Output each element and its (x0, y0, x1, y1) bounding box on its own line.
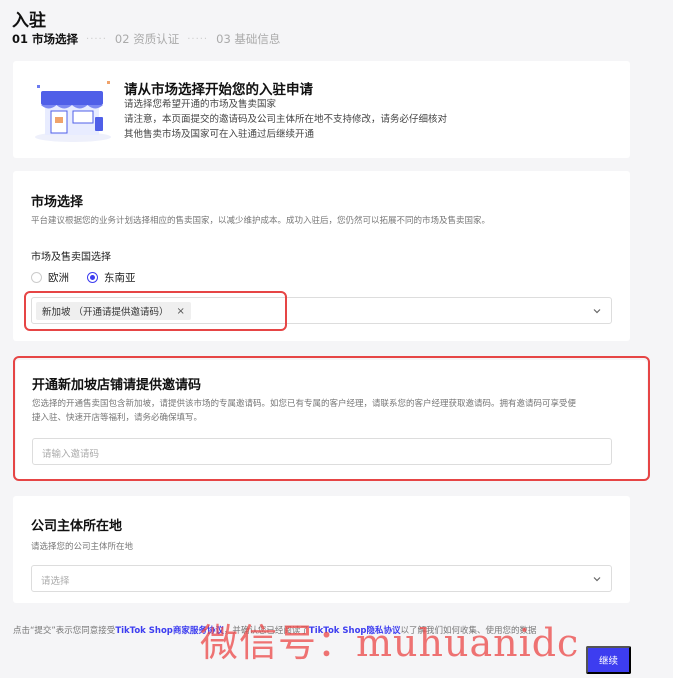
market-section-description: 平台建议根据您的业务计划选择相应的售卖国家，以减少维护成本。成功入驻后，您仍然可… (31, 216, 491, 226)
company-section-title: 公司主体所在地 (31, 519, 123, 534)
watermark-text: 微信号：muhuanidc (200, 621, 580, 665)
highlight-frame-tag (24, 291, 287, 331)
intro-line: 其他售卖市场及国家可在入驻通过后继续开通 (124, 129, 315, 140)
market-field-label: 市场及售卖国选择 (31, 252, 111, 263)
step-indicator: 01 市场选择 ····· 02 资质认证 ····· 03 基础信息 (12, 31, 280, 47)
chevron-down-icon[interactable] (592, 574, 602, 584)
radio-button-icon[interactable] (31, 272, 42, 283)
radio-southeast-asia[interactable]: 东南亚 (87, 270, 136, 285)
company-select-placeholder: 请选择 (41, 576, 70, 587)
company-location-select[interactable]: 请选择 (31, 565, 612, 592)
radio-button-checked-icon[interactable] (87, 272, 98, 283)
highlight-frame-invite (13, 356, 650, 481)
chevron-down-icon[interactable] (592, 306, 602, 316)
step-1: 01 市场选择 (12, 32, 79, 46)
step-separator: ····· (187, 33, 209, 45)
step-separator: ····· (86, 33, 107, 45)
page-title: 入驻 (12, 11, 46, 31)
radio-label: 东南亚 (104, 272, 136, 284)
company-location-card: 公司主体所在地 请选择您的公司主体所在地 请选择 (13, 496, 630, 603)
radio-europe[interactable]: 欧洲 (31, 270, 69, 285)
step-3: 03 基础信息 (216, 32, 281, 46)
market-section-title: 市场选择 (31, 195, 84, 210)
company-section-description: 请选择您的公司主体所在地 (31, 542, 134, 552)
intro-line: 请注意，本页面提交的邀请码及公司主体所在地不支持修改，请务必仔细核对 (124, 114, 448, 125)
agreement-prefix: 点击“提交”表示您同意接受 (13, 626, 116, 636)
radio-label: 欧洲 (48, 272, 69, 284)
storefront-illustration-icon (35, 81, 111, 142)
intro-title: 请从市场选择开始您的入驻申请 (124, 82, 313, 98)
intro-card: 请从市场选择开始您的入驻申请 请选择您希望开通的市场及售卖国家 请注意，本页面提… (13, 61, 630, 158)
continue-button[interactable]: 继续 (586, 646, 631, 674)
step-2: 02 资质认证 (114, 32, 180, 46)
region-radio-group: 欧洲 东南亚 (31, 270, 154, 285)
intro-line: 请选择您希望开通的市场及售卖国家 (124, 99, 277, 110)
